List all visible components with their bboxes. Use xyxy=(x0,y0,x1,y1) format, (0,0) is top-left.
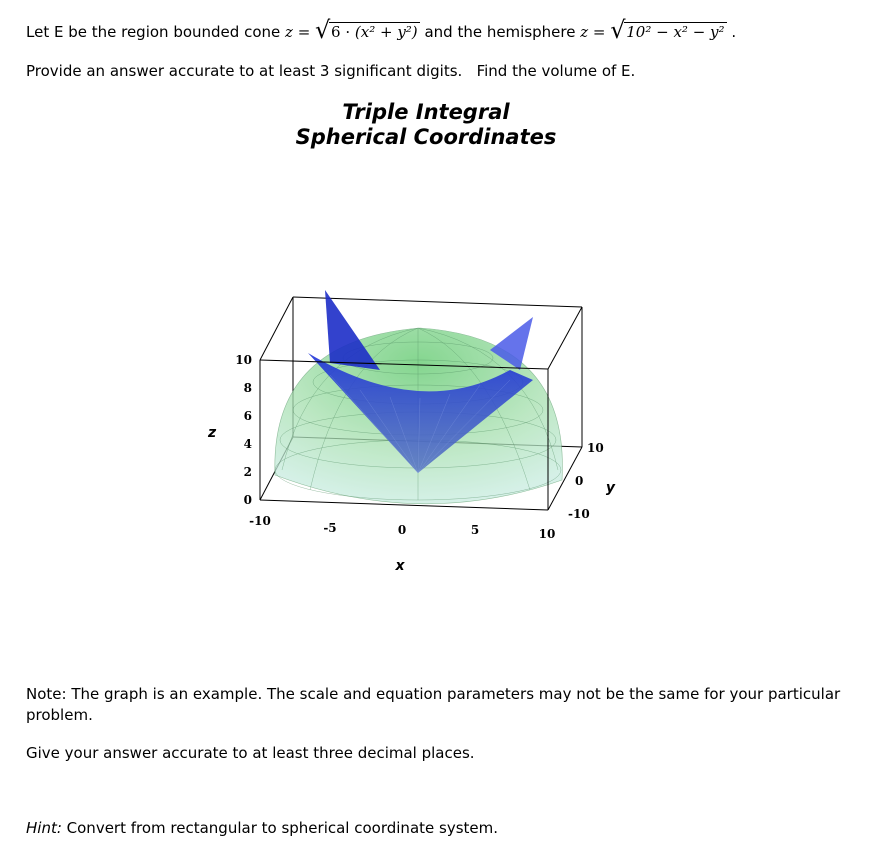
y-tick-label: -10 xyxy=(568,507,590,521)
3d-plot: 0 2 4 6 8 10 z -10 -5 0 5 10 x -10 0 10 … xyxy=(207,290,616,574)
cone-lhs: z xyxy=(285,23,293,41)
cone-back-left xyxy=(325,290,380,370)
z-axis-label: z xyxy=(207,425,217,441)
cone-sqrt: √ 6 · (x² + y²) xyxy=(315,16,420,44)
y-axis-ticks: -10 0 10 xyxy=(568,441,604,521)
y-axis-label: y xyxy=(606,480,616,496)
z-tick-label: 10 xyxy=(235,353,252,367)
hint: Hint: Convert from rectangular to spheri… xyxy=(26,818,846,839)
problem-prefix: Let E be the region bounded cone xyxy=(26,23,286,41)
figure-title-line1: Triple Integral xyxy=(342,100,510,124)
z-axis-ticks: 0 2 4 6 8 10 xyxy=(235,353,252,507)
cone-radicand: 6 · (x² + y²) xyxy=(329,22,420,41)
hint-label: Hint: xyxy=(26,819,62,837)
problem-suffix: . xyxy=(731,23,737,41)
box-edge xyxy=(259,296,294,361)
hint-text: Convert from rectangular to spherical co… xyxy=(61,819,499,837)
x-tick-label: -10 xyxy=(249,514,271,528)
hemisphere-radicand: 10² − x² − y² xyxy=(624,22,727,41)
x-axis-ticks: -10 -5 0 5 10 xyxy=(249,514,555,541)
z-tick-label: 4 xyxy=(244,437,252,451)
radical-icon: √ xyxy=(315,16,331,44)
hemisphere-lhs: z xyxy=(580,23,589,41)
x-tick-label: 0 xyxy=(398,523,406,537)
box-edge xyxy=(292,296,583,308)
problem-statement-line2: Provide an answer accurate to at least 3… xyxy=(26,62,636,80)
equals-sign: = xyxy=(292,23,316,41)
figure-title: Triple Integral Spherical Coordinates xyxy=(0,100,852,150)
x-tick-label: -5 xyxy=(323,521,336,535)
x-axis-label: x xyxy=(394,558,405,574)
radical-icon: √ xyxy=(610,16,626,44)
decimal-instruction: Give your answer accurate to at least th… xyxy=(26,744,475,762)
note-text: Note: The graph is an example. The scale… xyxy=(26,685,841,724)
figure-title-line2: Spherical Coordinates xyxy=(295,125,557,149)
problem-middle: and the hemisphere xyxy=(424,23,581,41)
z-tick-label: 0 xyxy=(244,493,252,507)
x-tick-label: 10 xyxy=(539,527,556,541)
z-tick-label: 8 xyxy=(244,381,252,395)
problem-statement-line1: Let E be the region bounded cone z = √ 6 … xyxy=(26,16,737,44)
x-tick-label: 5 xyxy=(471,523,479,537)
box-edge xyxy=(547,306,583,370)
hemisphere-sqrt: √ 10² − x² − y² xyxy=(610,16,727,44)
z-tick-label: 2 xyxy=(244,465,252,479)
y-tick-label: 10 xyxy=(587,441,604,455)
y-tick-label: 0 xyxy=(575,474,583,488)
z-tick-label: 6 xyxy=(244,409,252,423)
